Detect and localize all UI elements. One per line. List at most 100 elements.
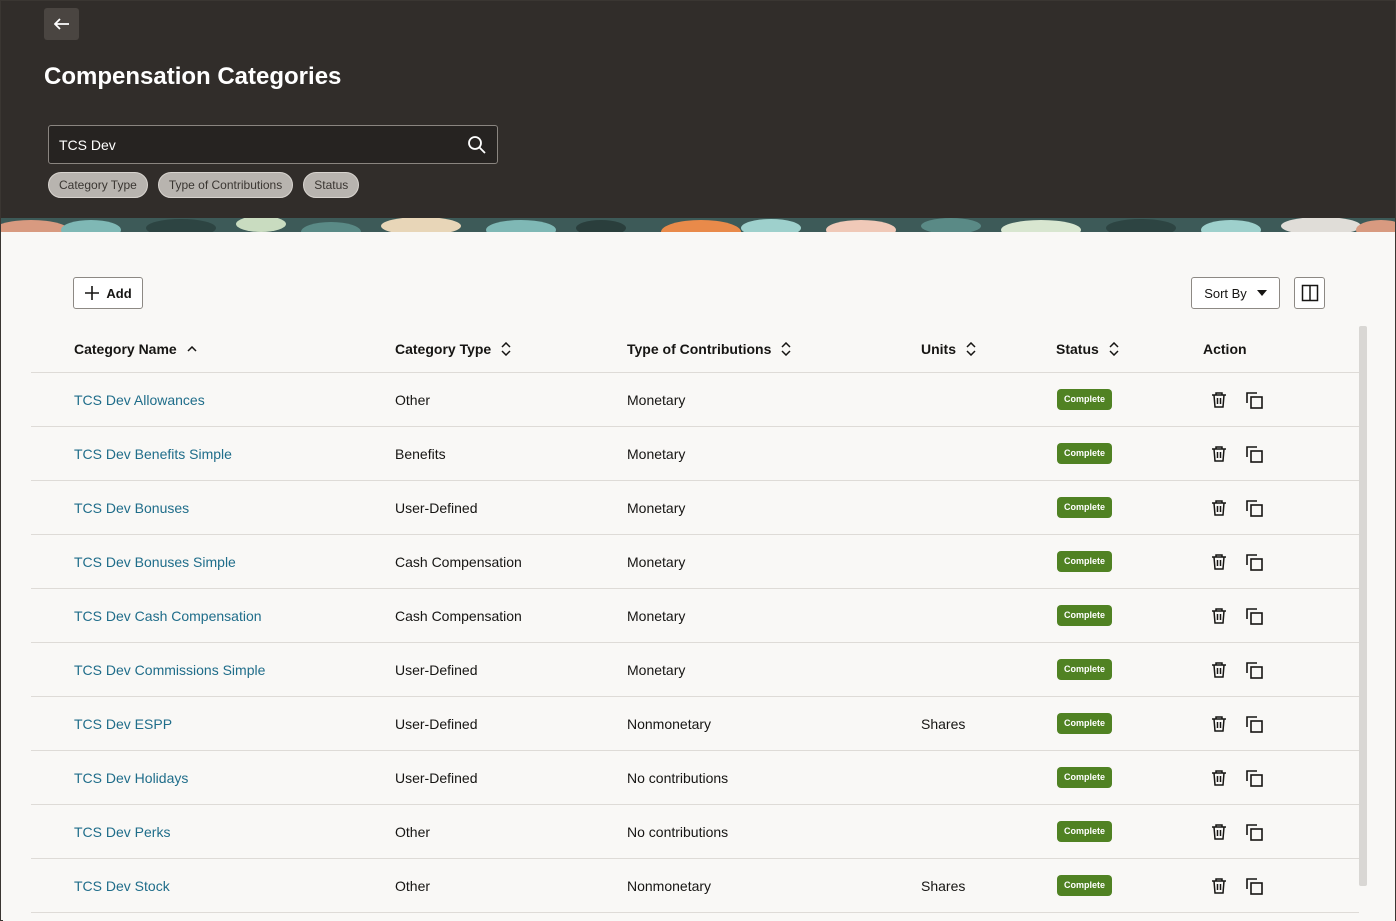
column-header-units[interactable]: Units xyxy=(921,341,976,357)
category-name-link[interactable]: TCS Dev Allowances xyxy=(74,392,205,408)
search-icon[interactable] xyxy=(467,135,487,155)
filter-chip-category-type[interactable]: Category Type xyxy=(48,172,148,198)
status-badge: Complete xyxy=(1057,659,1113,680)
column-layout-button[interactable] xyxy=(1294,277,1325,309)
sort-by-label: Sort By xyxy=(1204,285,1247,301)
delete-icon[interactable] xyxy=(1208,713,1230,735)
filter-chips: Category Type Type of Contributions Stat… xyxy=(48,172,360,198)
table-row: TCS Dev Commissions Simple User-Defined Mo… xyxy=(31,643,1359,697)
column-header-type-of-contributions[interactable]: Type of Contributions xyxy=(627,341,791,357)
add-button[interactable]: Add xyxy=(73,277,143,309)
column-header-category-name[interactable]: Category Name xyxy=(74,341,197,357)
category-name-link[interactable]: TCS Dev Bonuses xyxy=(74,500,189,516)
sort-icon xyxy=(781,342,791,356)
back-button[interactable] xyxy=(44,8,79,40)
delete-icon[interactable] xyxy=(1208,875,1230,897)
contribution-type-cell: Monetary xyxy=(627,392,686,408)
duplicate-icon[interactable] xyxy=(1243,497,1265,519)
contribution-type-cell: No contributions xyxy=(627,824,729,840)
delete-icon[interactable] xyxy=(1208,605,1230,627)
duplicate-icon[interactable] xyxy=(1243,821,1265,843)
category-name-link[interactable]: TCS Dev Bonuses Simple xyxy=(74,554,236,570)
page-title: Compensation Categories xyxy=(44,63,342,90)
sort-by-button[interactable]: Sort By xyxy=(1191,277,1280,309)
delete-icon[interactable] xyxy=(1208,551,1230,573)
table-row: TCS Dev Bonuses Simple Cash Compensation M… xyxy=(31,535,1359,589)
sort-asc-icon xyxy=(187,346,197,352)
contribution-type-cell: Monetary xyxy=(627,554,686,570)
category-name-link[interactable]: TCS Dev Perks xyxy=(74,824,170,840)
contribution-type-cell: Nonmonetary xyxy=(627,716,712,732)
page-header: Compensation Categories Category Type Ty… xyxy=(1,1,1395,220)
delete-icon[interactable] xyxy=(1208,767,1230,789)
table-row: TCS Dev Cash Compensation Cash Compensati… xyxy=(31,589,1359,643)
duplicate-icon[interactable] xyxy=(1243,605,1265,627)
delete-icon[interactable] xyxy=(1208,443,1230,465)
delete-icon[interactable] xyxy=(1208,821,1230,843)
status-badge: Complete xyxy=(1057,551,1113,572)
sort-icon xyxy=(501,342,511,356)
units-cell: Shares xyxy=(921,716,966,732)
table-row: TCS Dev Bonuses User-Defined Monetary Compl… xyxy=(31,481,1359,535)
column-header-label: Category Name xyxy=(74,341,177,357)
column-header-category-type[interactable]: Category Type xyxy=(395,341,511,357)
delete-icon[interactable] xyxy=(1208,497,1230,519)
delete-icon[interactable] xyxy=(1208,659,1230,681)
contribution-type-cell: Monetary xyxy=(627,662,686,678)
contribution-type-cell: No contributions xyxy=(627,770,729,786)
status-badge: Complete xyxy=(1057,713,1113,734)
categories-table: Category Name Category Type Type of Cont… xyxy=(31,324,1359,913)
category-name-link[interactable]: TCS Dev ESPP xyxy=(74,716,172,732)
category-name-link[interactable]: TCS Dev Stock xyxy=(74,878,170,894)
sort-icon xyxy=(966,342,976,356)
category-name-link[interactable]: TCS Dev Holidays xyxy=(74,770,188,786)
category-name-link[interactable]: TCS Dev Cash Compensation xyxy=(74,608,262,624)
contribution-type-cell: Monetary xyxy=(627,500,686,516)
vertical-scrollbar[interactable] xyxy=(1359,326,1367,886)
status-badge: Complete xyxy=(1057,821,1113,842)
duplicate-icon[interactable] xyxy=(1243,389,1265,411)
column-header-action: Action xyxy=(1203,341,1247,357)
category-name-link[interactable]: TCS Dev Commissions Simple xyxy=(74,662,265,678)
table-header: Category Name Category Type Type of Cont… xyxy=(31,324,1359,373)
duplicate-icon[interactable] xyxy=(1243,767,1265,789)
sort-icon xyxy=(1109,342,1119,356)
search-input[interactable] xyxy=(59,126,459,163)
duplicate-icon[interactable] xyxy=(1243,659,1265,681)
filter-chip-status[interactable]: Status xyxy=(303,172,360,198)
category-type-cell: User-Defined xyxy=(395,500,478,516)
banner-pattern xyxy=(1,218,1395,232)
back-arrow-icon xyxy=(53,18,69,30)
table-row: TCS Dev ESPP User-Defined Nonmonetary Share… xyxy=(31,697,1359,751)
status-badge: Complete xyxy=(1057,875,1113,896)
units-cell: Shares xyxy=(921,878,966,894)
category-name-link[interactable]: TCS Dev Benefits Simple xyxy=(74,446,232,462)
column-header-label: Status xyxy=(1056,341,1099,357)
column-header-status[interactable]: Status xyxy=(1056,341,1119,357)
duplicate-icon[interactable] xyxy=(1243,551,1265,573)
table-row: TCS Dev Allowances Other Monetary Complete xyxy=(31,373,1359,427)
category-type-cell: Other xyxy=(395,392,431,408)
table-row: TCS Dev Stock Other Nonmonetary Shares Compl… xyxy=(31,859,1359,913)
filter-chip-type-of-contributions[interactable]: Type of Contributions xyxy=(157,172,294,198)
duplicate-icon[interactable] xyxy=(1243,713,1265,735)
delete-icon[interactable] xyxy=(1208,389,1230,411)
decorative-banner xyxy=(1,218,1395,232)
status-badge: Complete xyxy=(1057,443,1113,464)
table-row: TCS Dev Holidays User-Defined No contribut… xyxy=(31,751,1359,805)
category-type-cell: Cash Compensation xyxy=(395,608,522,624)
search-field[interactable] xyxy=(48,125,498,164)
duplicate-icon[interactable] xyxy=(1243,443,1265,465)
table-body: TCS Dev Allowances Other Monetary Complete T… xyxy=(31,373,1359,913)
columns-icon xyxy=(1301,284,1318,302)
category-type-cell: Cash Compensation xyxy=(395,554,522,570)
plus-icon xyxy=(85,286,100,300)
status-badge: Complete xyxy=(1057,767,1113,788)
column-header-label: Category Type xyxy=(395,341,492,357)
category-type-cell: User-Defined xyxy=(395,716,478,732)
status-badge: Complete xyxy=(1057,605,1113,626)
add-button-label: Add xyxy=(106,285,132,301)
duplicate-icon[interactable] xyxy=(1243,875,1265,897)
category-type-cell: Benefits xyxy=(395,446,446,462)
caret-down-icon xyxy=(1256,290,1267,296)
